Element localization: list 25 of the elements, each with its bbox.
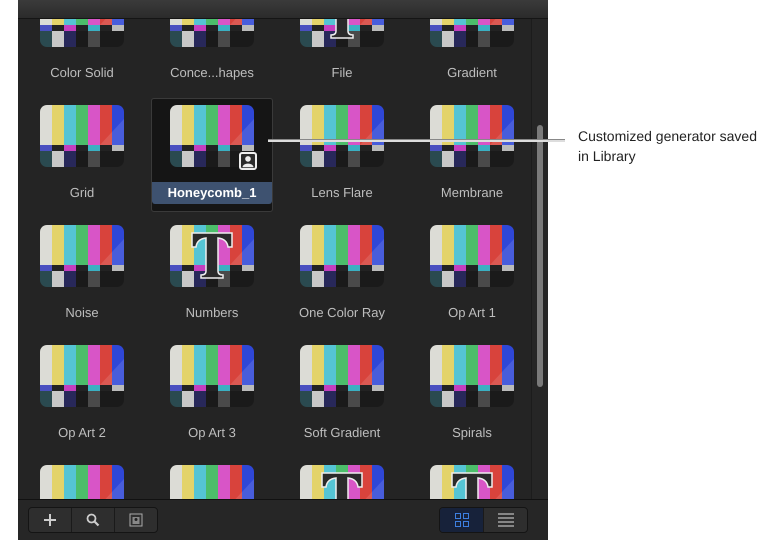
generator-name[interactable]: Op Art 1 (442, 304, 502, 322)
generator-name[interactable]: Gradient (441, 64, 503, 82)
grid-icon (454, 512, 470, 528)
generator-name[interactable]: File (326, 64, 358, 82)
generator-name[interactable]: Membrane (434, 184, 510, 202)
grid-view-button[interactable] (440, 508, 484, 532)
generator-name[interactable]: Color Solid (44, 64, 120, 82)
generator-name[interactable]: Spirals (446, 424, 498, 442)
generator-name[interactable]: Lens Flare (305, 184, 379, 202)
list-icon (496, 512, 514, 528)
generator-name[interactable]: Honeycomb_1 (152, 182, 272, 204)
selected-item-frame[interactable]: Honeycomb_1 (151, 98, 273, 212)
search-icon (86, 513, 100, 527)
generator-name[interactable]: One Color Ray (293, 304, 391, 322)
generator-name[interactable]: Numbers (180, 304, 244, 322)
scrollbar-thumb[interactable] (537, 125, 543, 387)
generator-name[interactable]: Op Art 3 (182, 424, 242, 442)
generator-name[interactable]: Op Art 2 (52, 424, 112, 442)
plus-icon (43, 513, 57, 527)
generator-name[interactable]: Noise (59, 304, 105, 322)
callout-text: Customized generator saved in Library (578, 127, 758, 166)
generator-name[interactable]: Conce...hapes (164, 64, 260, 82)
generator-name[interactable]: Soft Gradient (298, 424, 386, 442)
generator-name[interactable]: Grid (64, 184, 100, 202)
picture-frame-icon (129, 513, 143, 527)
